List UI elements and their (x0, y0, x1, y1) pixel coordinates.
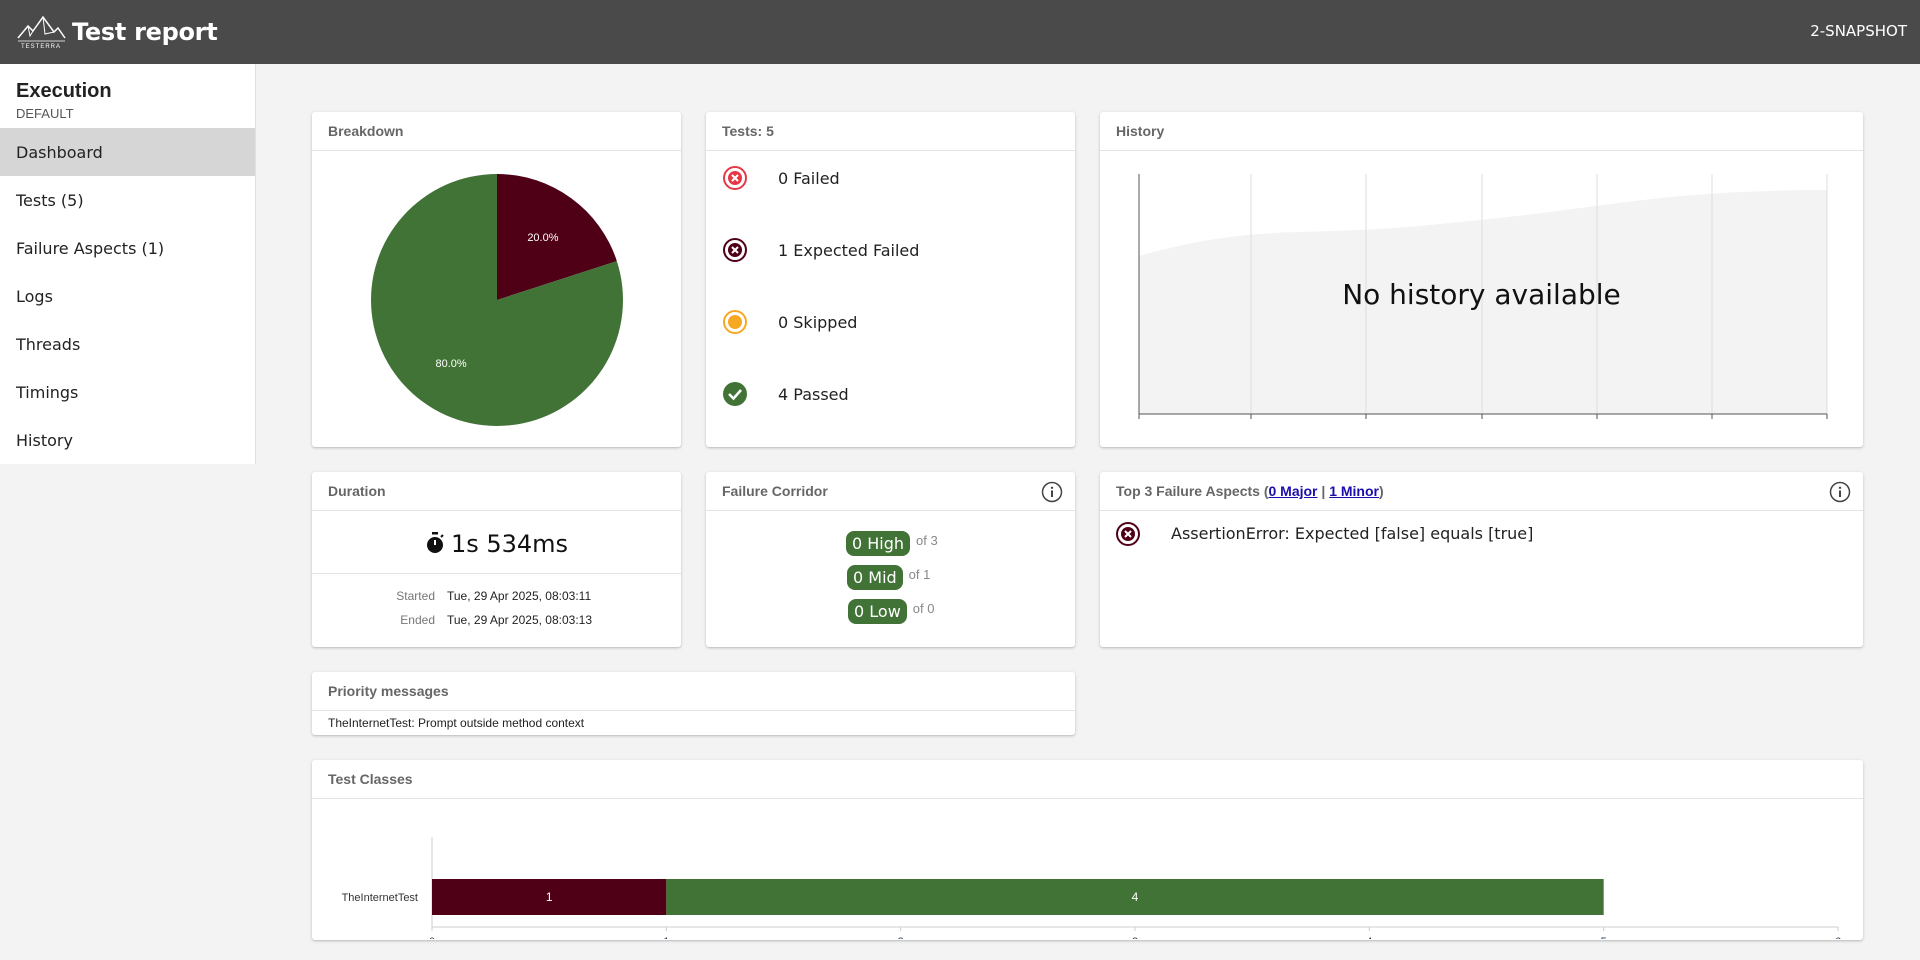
nav-item-history[interactable]: History (0, 416, 255, 464)
sidebar: Execution DEFAULT Dashboard Tests (5) Fa… (0, 64, 256, 464)
card-title: Breakdown (312, 112, 681, 151)
x-tick-label: 5 (1601, 936, 1607, 939)
priority-messages-card: Priority messages TheInternetTest: Promp… (312, 672, 1075, 735)
sidebar-title: Execution (16, 80, 112, 102)
expected-failed-icon (1116, 522, 1140, 546)
failure-aspect-item[interactable]: AssertionError: Expected [false] equals … (1171, 524, 1533, 543)
no-history-message: No history available (1342, 278, 1621, 311)
skipped-icon (723, 310, 747, 334)
card-title: Test Classes (312, 760, 1863, 799)
stat-skipped-label: 0 Skipped (778, 312, 858, 332)
stat-passed[interactable]: 4 Passed (722, 381, 849, 407)
card-title: Priority messages (312, 672, 1075, 711)
stat-expected-failed[interactable]: 1 Expected Failed (722, 237, 919, 263)
card-title-prefix: Top 3 Failure Aspects ( (1116, 483, 1269, 499)
failure-corridor-card: Failure Corridor 0 High of 3 0 Mid of 1 … (706, 472, 1075, 647)
nav-item-failure-aspects[interactable]: Failure Aspects (1) (0, 224, 255, 272)
nav-item-dashboard[interactable]: Dashboard (0, 128, 255, 176)
nav-item-logs[interactable]: Logs (0, 272, 255, 320)
stat-failed[interactable]: 0 Failed (722, 165, 840, 191)
stat-expected-failed-label: 1 Expected Failed (778, 240, 920, 260)
corridor-high: 0 High of 3 (846, 531, 938, 556)
x-tick-label: 1 (663, 936, 669, 939)
pie-slice-label: 20.0% (527, 232, 558, 244)
ended-label: Ended (400, 613, 435, 627)
card-title-text: Failure Corridor (722, 483, 828, 499)
logo-text: TESTERRA (21, 44, 61, 50)
tests-card: Tests: 5 0 Failed 1 Expected Failed 0 Sk… (706, 112, 1075, 447)
corridor-low-of: of 0 (912, 601, 935, 616)
priority-message-item: TheInternetTest: Prompt outside method c… (328, 716, 585, 730)
stat-passed-label: 4 Passed (778, 384, 849, 404)
card-title: History (1100, 112, 1863, 151)
info-icon[interactable] (1041, 481, 1063, 503)
expected-failed-icon (723, 238, 747, 262)
breakdown-card: Breakdown 20.0% 80.0% (312, 112, 681, 447)
corridor-mid-badge: 0 Mid (847, 565, 903, 590)
card-title: Top 3 Failure Aspects (0 Major | 1 Minor… (1100, 472, 1863, 511)
breakdown-pie-chart: 20.0% 80.0% (371, 174, 623, 426)
history-card: History No history available (1100, 112, 1863, 447)
duration-card: Duration 1s 534ms Started Tue, 29 Apr 20… (312, 472, 681, 647)
started-label: Started (396, 589, 435, 603)
ended-value: Tue, 29 Apr 2025, 08:03:13 (447, 613, 593, 627)
app-title: Test report (72, 18, 218, 46)
bar-segment-label: 4 (1132, 890, 1139, 904)
card-title: Tests: 5 (706, 112, 1075, 151)
corridor-mid: 0 Mid of 1 (847, 565, 930, 590)
nav-item-timings[interactable]: Timings (0, 368, 255, 416)
x-tick-label: 4 (1366, 936, 1372, 939)
x-tick-label: 6 (1835, 936, 1841, 939)
test-classes-card: Test Classes 0 1 2 3 4 5 6 TheInternetTest 1 4 (312, 760, 1863, 940)
stat-skipped[interactable]: 0 Skipped (722, 309, 857, 335)
version-label: 2-SNAPSHOT (1810, 22, 1907, 40)
title-separator: | (1317, 483, 1330, 499)
divider (312, 573, 681, 574)
sidebar-header: Execution DEFAULT (0, 64, 255, 128)
corridor-high-of: of 3 (916, 533, 938, 548)
corridor-low: 0 Low of 0 (848, 599, 934, 624)
major-link[interactable]: 0 Major (1268, 483, 1317, 499)
minor-link[interactable]: 1 Minor (1329, 483, 1379, 499)
info-icon[interactable] (1829, 481, 1851, 503)
testerra-logo: TESTERRA (17, 15, 66, 50)
pie-slice-label: 80.0% (435, 358, 466, 370)
stopwatch-icon (426, 532, 444, 553)
app-header: TESTERRA Test report 2-SNAPSHOT (0, 0, 1920, 64)
test-classes-bar-chart: 0 1 2 3 4 5 6 TheInternetTest 1 4 (342, 837, 1841, 940)
corridor-mid-of: of 1 (908, 567, 931, 582)
sidebar-subtitle: DEFAULT (16, 106, 74, 121)
duration-value: 1s 534ms (312, 530, 681, 558)
passed-icon (723, 382, 747, 406)
x-tick-label: 2 (898, 936, 904, 939)
card-title: Failure Corridor (706, 472, 1075, 511)
corridor-high-badge: 0 High (846, 531, 911, 556)
corridor-low-badge: 0 Low (848, 599, 907, 624)
card-title-suffix: ) (1378, 483, 1384, 499)
nav-item-tests[interactable]: Tests (5) (0, 176, 255, 224)
card-title: Duration (312, 472, 681, 511)
stat-failed-label: 0 Failed (778, 168, 840, 188)
nav-item-threads[interactable]: Threads (0, 320, 255, 368)
duration-text: 1s 534ms (450, 530, 569, 558)
bar-segment-label: 1 (546, 890, 553, 904)
failed-icon (723, 166, 747, 190)
failure-aspects-card: Top 3 Failure Aspects (0 Major | 1 Minor… (1100, 472, 1863, 647)
x-tick-label: 3 (1132, 936, 1138, 939)
x-tick-label: 0 (429, 936, 435, 939)
category-label: TheInternetTest (342, 892, 418, 904)
started-value: Tue, 29 Apr 2025, 08:03:11 (447, 589, 592, 603)
